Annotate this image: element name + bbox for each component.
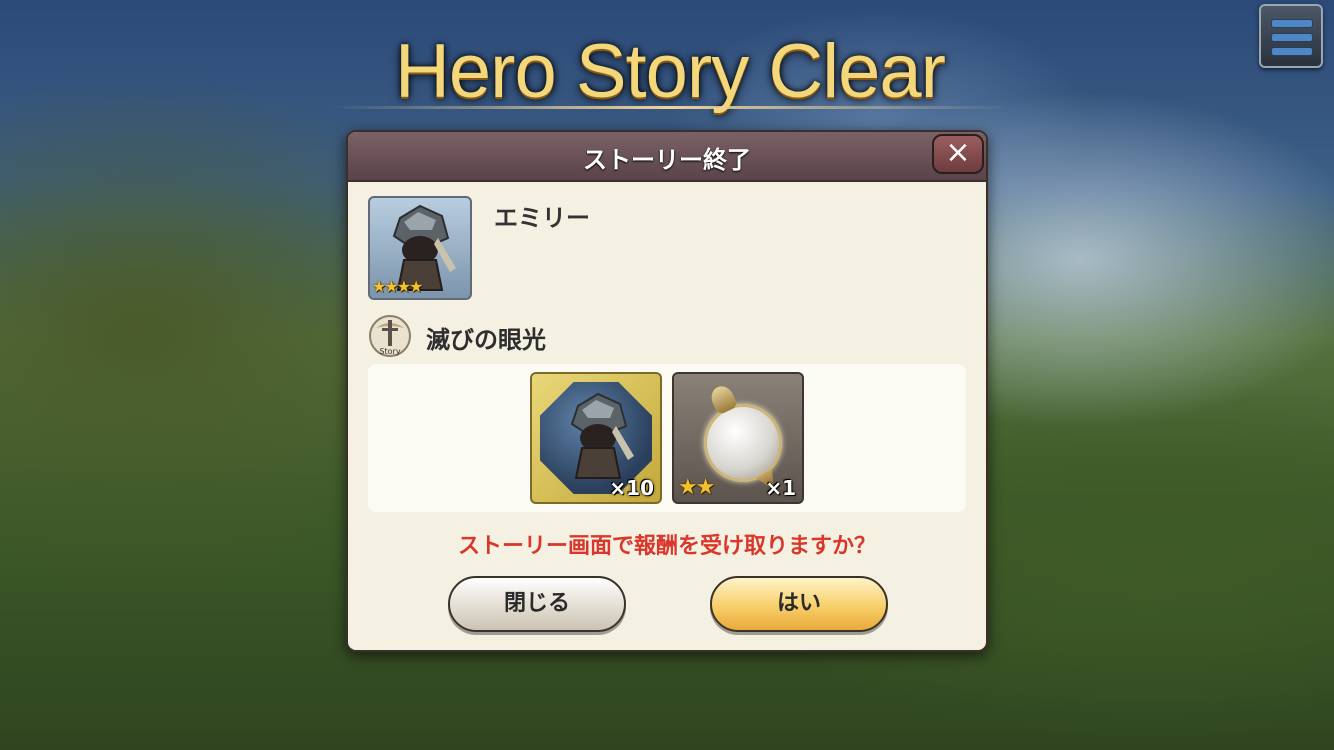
reward-hero-shard[interactable]: ×10 [530, 372, 662, 504]
story-clear-dialog: ストーリー終了 × ★★★★ エミリー Story 滅びの眼光 ×10 ★★ ×… [346, 130, 988, 652]
menu-button[interactable] [1259, 4, 1323, 68]
reward-quantity: ×10 [609, 476, 654, 500]
hero-rarity-stars: ★★★★ [372, 277, 423, 296]
close-button[interactable]: × [932, 134, 984, 174]
hero-name: エミリー [494, 204, 590, 232]
reward-rarity-stars: ★★ [678, 475, 715, 500]
reward-panel: ×10 ★★ ×1 [368, 364, 966, 512]
yes-button[interactable]: はい [710, 576, 888, 632]
svg-text:Story: Story [379, 347, 400, 356]
hamburger-menu-icon [1271, 19, 1313, 28]
hamburger-menu-icon-bar [1271, 33, 1313, 42]
close-dialog-button[interactable]: 閉じる [448, 576, 626, 632]
receive-reward-question: ストーリー画面で報酬を受け取りますか？ [457, 534, 876, 559]
dialog-header: ストーリー終了 × [348, 132, 986, 182]
banner-title: Hero Story Clear [395, 29, 946, 114]
hero-figure-icon [570, 392, 634, 479]
reward-quantity: ×1 [765, 476, 796, 500]
dialog-title: ストーリー終了 [583, 146, 751, 174]
hero-portrait: ★★★★ [368, 196, 472, 300]
story-title: 滅びの眼光 [426, 326, 546, 354]
banner: Hero Story Clear [330, 20, 1010, 120]
hamburger-menu-icon-bar [1271, 47, 1313, 56]
story-sword-icon: Story [369, 315, 411, 357]
close-x-icon: × [945, 135, 971, 170]
reward-orb-item[interactable]: ★★ ×1 [672, 372, 804, 504]
banner-underline [330, 106, 1010, 109]
